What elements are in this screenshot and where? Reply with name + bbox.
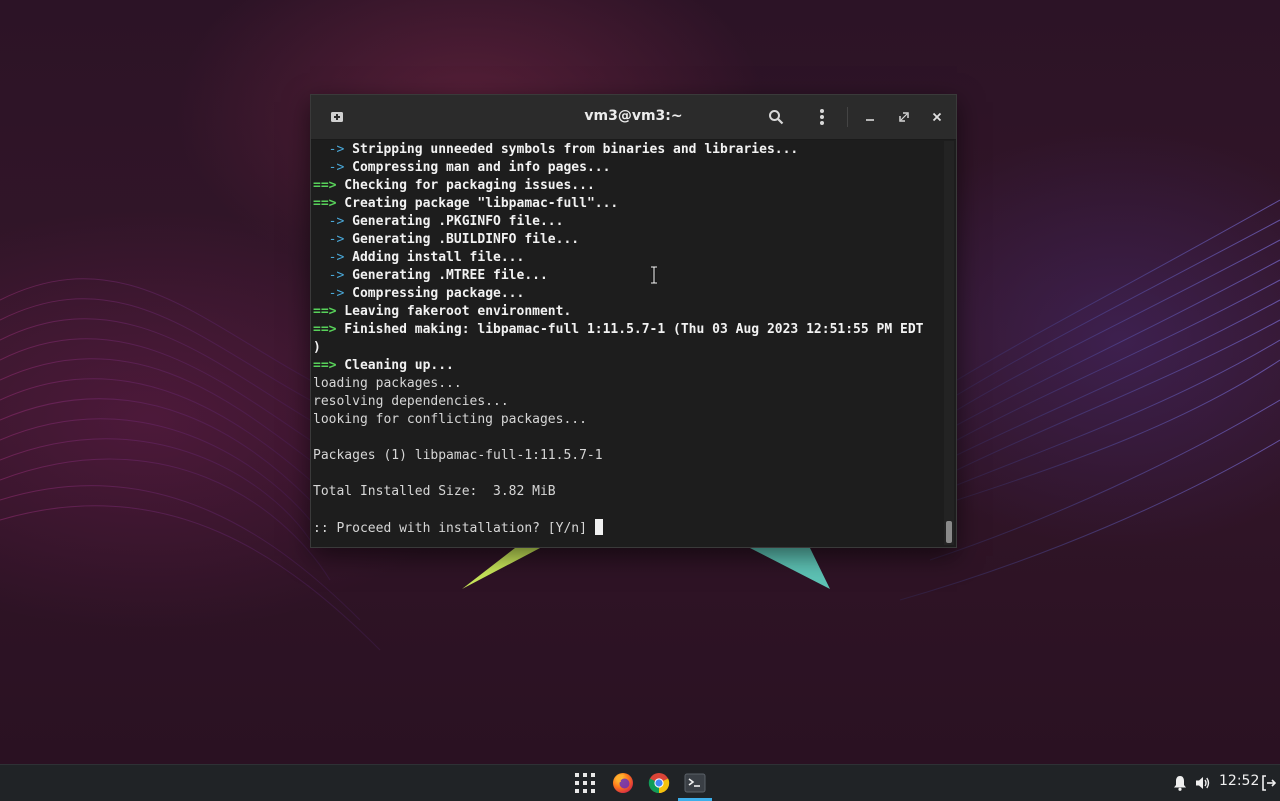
kebab-menu-icon <box>820 109 824 125</box>
main-arrow: ==> <box>313 322 337 337</box>
scrollbar-thumb[interactable] <box>946 521 952 543</box>
terminal-line: looking for conflicting packages... <box>313 412 587 427</box>
line-text: Generating .BUILDINFO file... <box>344 232 580 247</box>
terminal-icon <box>684 773 706 793</box>
search-icon <box>769 110 784 125</box>
close-icon <box>932 112 942 122</box>
sub-arrow: -> <box>313 142 345 157</box>
minimize-button[interactable] <box>856 103 884 131</box>
main-arrow: ==> <box>313 304 337 319</box>
line-text: Generating .MTREE file... <box>344 268 548 283</box>
logo-shard-right <box>750 548 830 589</box>
minimize-icon <box>866 119 874 121</box>
line-text: Stripping unneeded symbols from binaries… <box>344 142 799 157</box>
terminal-scrollbar[interactable] <box>944 141 954 545</box>
window-titlebar[interactable]: vm3@vm3:~ <box>311 95 956 140</box>
terminal-output[interactable]: -> Stripping unneeded symbols from binar… <box>313 141 943 545</box>
line-text: Creating package "libpamac-full"... <box>336 196 619 211</box>
terminal-line: ==> Finished making: libpamac-full 1:11.… <box>313 321 943 339</box>
terminal-line: -> Compressing package... <box>313 285 943 303</box>
line-text: Adding install file... <box>344 250 525 265</box>
terminal-line: -> Generating .BUILDINFO file... <box>313 231 943 249</box>
sub-arrow: -> <box>313 160 345 175</box>
main-arrow: ==> <box>313 196 337 211</box>
chrome-launcher[interactable] <box>642 767 676 799</box>
terminal-line: ==> Creating package "libpamac-full"... <box>313 195 943 213</box>
sub-arrow: -> <box>313 268 345 283</box>
sub-arrow: -> <box>313 232 345 247</box>
volume-button[interactable] <box>1188 767 1218 799</box>
app-grid-icon <box>575 773 595 793</box>
logo-shard-left <box>462 548 540 589</box>
line-text: Leaving fakeroot environment. <box>336 304 572 319</box>
sub-arrow: -> <box>313 286 345 301</box>
chrome-icon <box>648 773 670 794</box>
terminal-line: ==> Cleaning up... <box>313 357 943 375</box>
line-text: Generating .PKGINFO file... <box>344 214 564 229</box>
main-arrow: ==> <box>313 358 337 373</box>
titlebar-separator <box>847 107 848 127</box>
volume-icon <box>1196 777 1210 789</box>
terminal-line: ==> Checking for packaging issues... <box>313 177 943 195</box>
terminal-line: resolving dependencies... <box>313 394 509 409</box>
logout-button[interactable] <box>1258 767 1280 799</box>
terminal-task-button[interactable] <box>678 767 712 801</box>
sub-arrow: -> <box>313 250 345 265</box>
close-button[interactable] <box>923 103 951 131</box>
terminal-prompt-line[interactable]: :: Proceed with installation? [Y/n] <box>313 519 943 537</box>
terminal-line: -> Compressing man and info pages... <box>313 159 943 177</box>
prompt-text: :: Proceed with installation? [Y/n] <box>313 521 595 536</box>
terminal-window[interactable]: vm3@vm3:~ -> Stripping unneeded symbols … <box>310 94 957 548</box>
text-cursor <box>594 519 603 535</box>
terminal-line: -> Adding install file... <box>313 249 943 267</box>
ibeam-cursor-icon <box>651 266 657 284</box>
terminal-line: Packages (1) libpamac-full-1:11.5.7-1 <box>313 448 603 463</box>
terminal-line: Total Installed Size: 3.82 MiB <box>313 484 556 499</box>
menu-button[interactable] <box>808 103 836 131</box>
terminal-line: -> Generating .MTREE file... <box>313 267 943 285</box>
logout-icon <box>1262 775 1276 791</box>
firefox-launcher[interactable] <box>606 767 640 799</box>
terminal-line: ==> Leaving fakeroot environment. <box>313 303 943 321</box>
taskbar: 12:52 <box>0 764 1280 801</box>
firefox-icon <box>613 773 633 793</box>
sub-arrow: -> <box>313 214 345 229</box>
line-text: Compressing package... <box>344 286 525 301</box>
line-text: ) <box>313 340 321 355</box>
main-arrow: ==> <box>313 178 337 193</box>
app-launcher-button[interactable] <box>568 767 602 799</box>
terminal-line: loading packages... <box>313 376 462 391</box>
line-text: Finished making: libpamac-full 1:11.5.7-… <box>336 322 924 337</box>
terminal-line: -> Stripping unneeded symbols from binar… <box>313 141 943 159</box>
line-text: Checking for packaging issues... <box>336 178 595 193</box>
restore-button[interactable] <box>890 103 918 131</box>
terminal-line: ) <box>313 339 943 357</box>
line-text: Compressing man and info pages... <box>344 160 611 175</box>
taskbar-clock[interactable]: 12:52 <box>1219 773 1259 789</box>
terminal-line: -> Generating .PKGINFO file... <box>313 213 943 231</box>
line-text: Cleaning up... <box>336 358 454 373</box>
search-button[interactable] <box>762 103 790 131</box>
bell-icon <box>1174 776 1186 791</box>
restore-icon <box>899 112 909 122</box>
